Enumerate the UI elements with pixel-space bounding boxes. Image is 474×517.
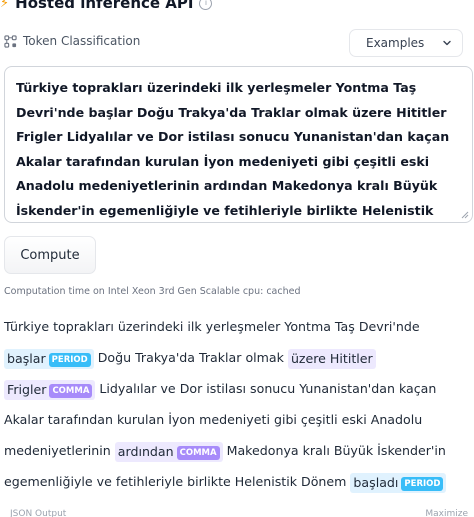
output-text: Lidyalılar ve Dor istilası sonucu Yunani… [95,381,437,396]
output-text: Akalar tarafından kurulan İyon medeniyet… [4,412,423,427]
period-tag: PERIOD [48,352,91,367]
entity-span[interactable]: üzere Hititler [287,348,376,369]
lightning-bolt-icon: ⚡ [0,0,10,11]
period-tag: PERIOD [401,476,444,491]
widget-title: Hosted inference API [15,0,194,12]
entity-text: başladı [353,474,399,490]
output-line: Türkiye toprakları üzerindeki ilk yerleş… [4,311,474,342]
json-output-link[interactable]: JSON Output [10,509,66,517]
output-text: Makedonya kralı Büyük İskender'in [222,443,446,458]
classification-output: Türkiye toprakları üzerindeki ilk yerleş… [4,311,474,497]
task-type: Token Classification [4,34,140,48]
output-text: medeniyetlerinin [4,443,115,458]
text-input[interactable]: Türkiye toprakları üzerindeki ilk yerleş… [4,66,473,223]
entity-span[interactable]: Frigler COMMA [4,379,96,400]
entity-text: üzere Hititler [290,350,373,366]
examples-dropdown[interactable]: Examples [349,29,463,57]
info-icon[interactable]: i [199,0,213,10]
output-text: Doğu Trakya'da Traklar olmak [93,350,288,365]
inference-widget: ⚡ Hosted inference API i Token Classific… [0,0,474,517]
output-line: egemenliğiyle ve fetihleriyle birlikte H… [4,466,474,497]
output-line: Frigler COMMA Lidyalılar ve Dor istilası … [4,373,474,404]
entity-span[interactable]: başladı PERIOD [350,472,447,493]
resize-handle-icon[interactable] [461,211,469,219]
entity-span[interactable]: başlar PERIOD [4,348,94,369]
maximize-link[interactable]: Maximize [425,509,468,517]
output-line: başlar PERIOD Doğu Trakya'da Traklar olma… [4,342,474,373]
task-label: Token Classification [23,34,141,48]
output-line: medeniyetlerinin ardından COMMA Makedonya… [4,435,474,466]
computation-time: Computation time on Intel Xeon 3rd Gen S… [4,286,301,297]
entity-text: Frigler [7,381,47,397]
widget-header: ⚡ Hosted inference API i [0,0,213,13]
widget-footer: JSON Output Maximize [0,509,474,517]
token-classification-icon [4,34,17,48]
input-value: Türkiye toprakları üzerindeki ilk yerleş… [16,80,450,218]
entity-text: ardından [117,443,174,459]
entity-span[interactable]: ardından COMMA [114,441,223,462]
compute-button[interactable]: Compute [4,236,96,274]
output-text: egemenliğiyle ve fetihleriyle birlikte H… [4,474,351,489]
examples-label: Examples [366,36,425,50]
output-line: Akalar tarafından kurulan İyon medeniyet… [4,404,474,435]
entity-text: başlar [7,350,46,366]
comma-tag: COMMA [176,445,220,460]
output-text: Türkiye toprakları üzerindeki ilk yerleş… [4,319,420,334]
chevron-down-icon [443,40,451,46]
comma-tag: COMMA [49,383,93,398]
